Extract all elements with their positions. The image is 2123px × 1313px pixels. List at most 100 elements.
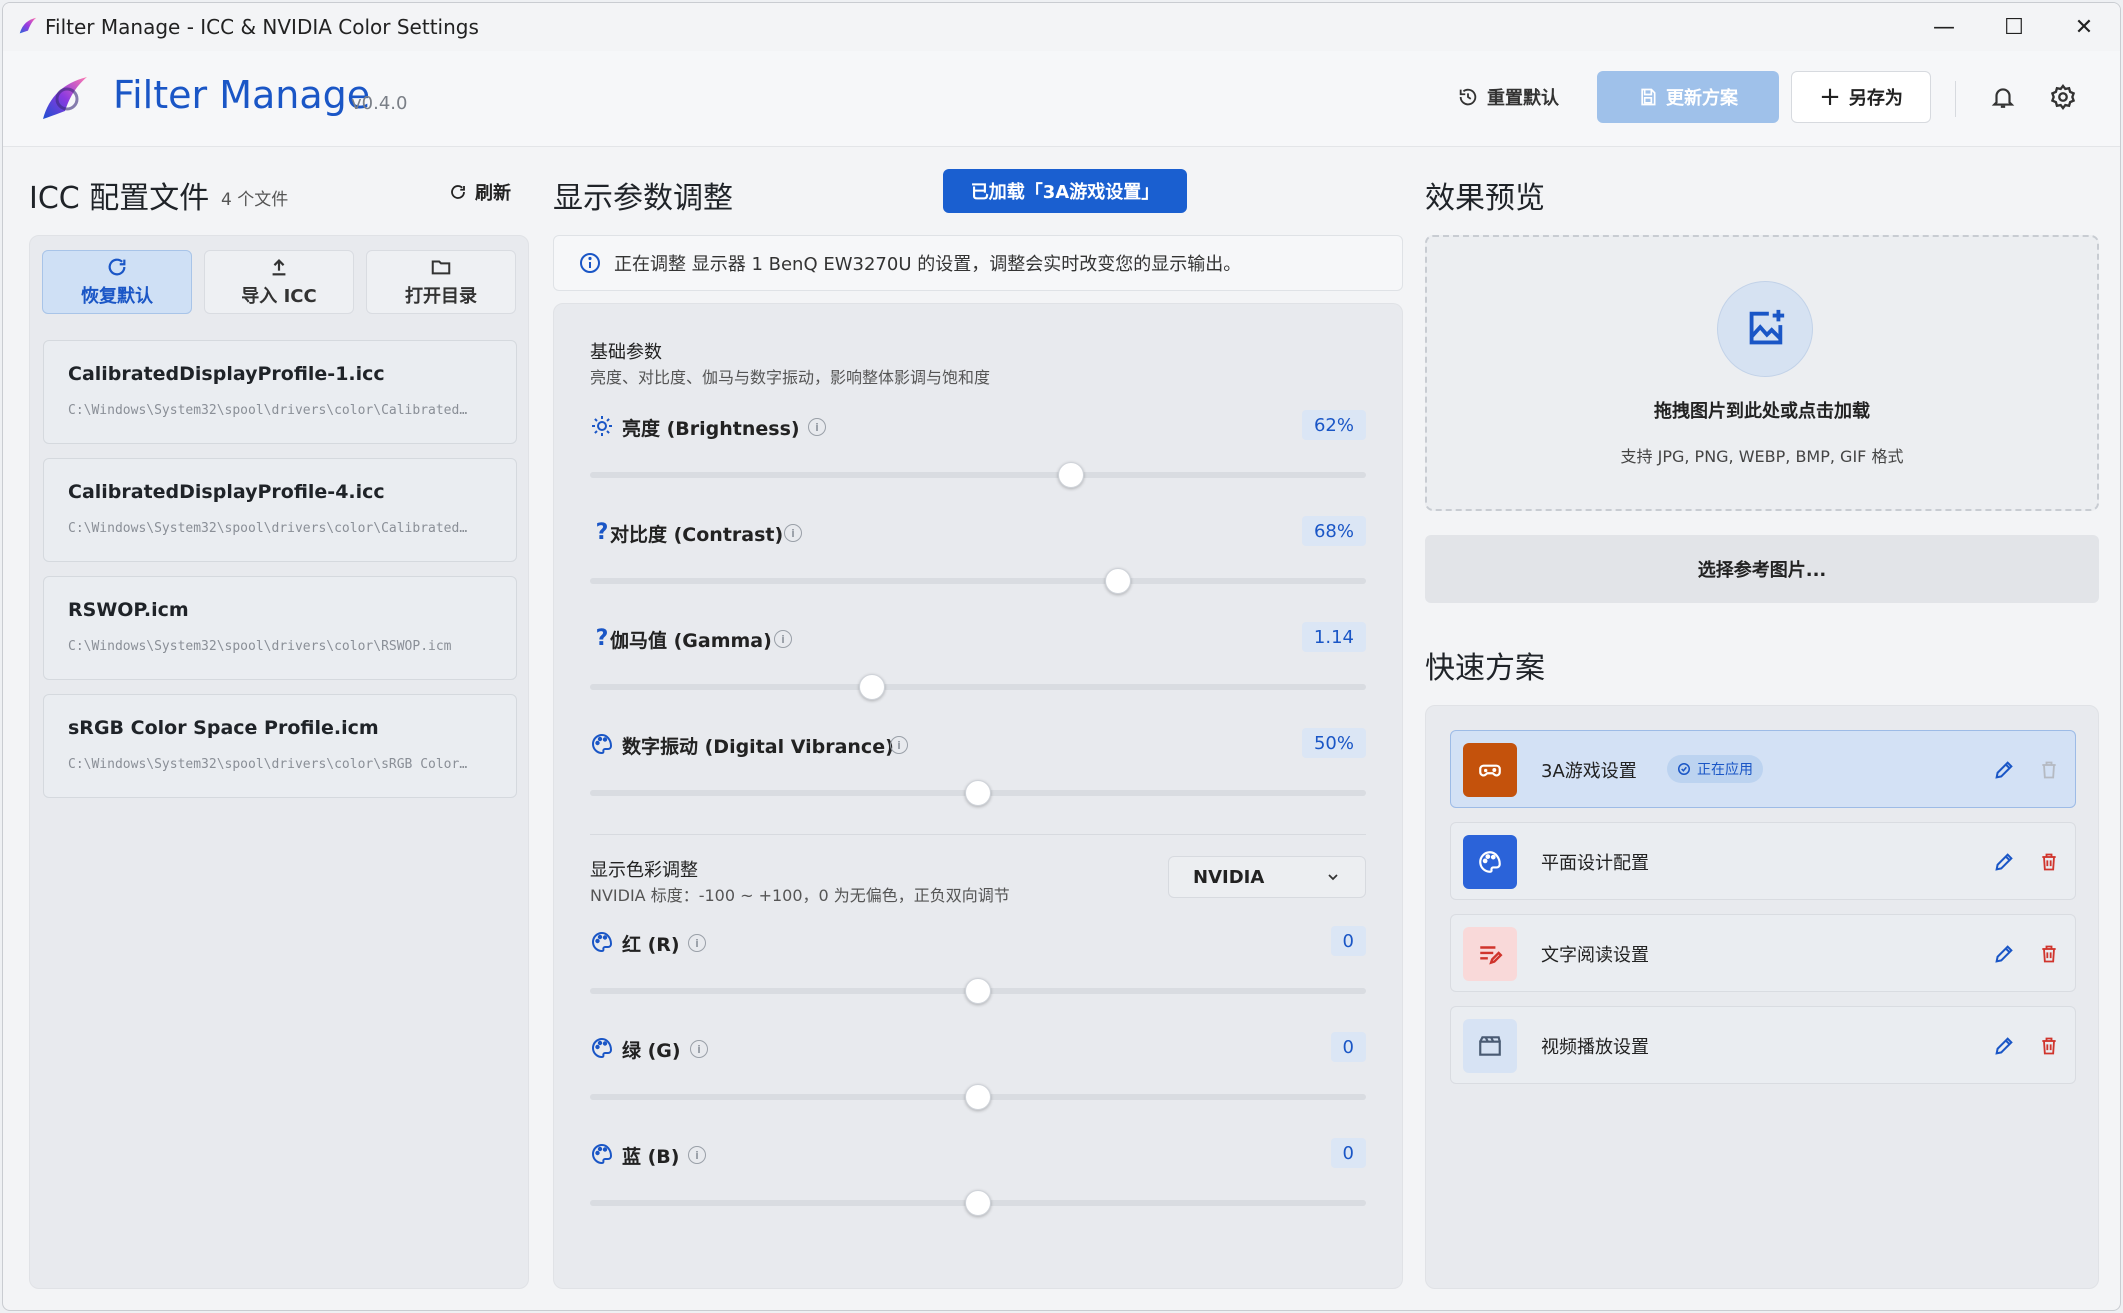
info-icon xyxy=(580,253,600,273)
save-as-button[interactable]: + 另存为 xyxy=(1791,71,1931,123)
icc-profile-name: RSWOP.icm xyxy=(68,599,189,621)
image-drop-zone[interactable]: 拖拽图片到此处或点击加载 支持 JPG, PNG, WEBP, BMP, GIF… xyxy=(1425,235,2099,511)
info-icon[interactable]: i xyxy=(690,1040,708,1058)
icc-profile-path: C:\Windows\System32\spool\drivers\color\… xyxy=(68,521,468,536)
red-label: 红 (R) xyxy=(622,934,680,956)
red-thumb[interactable] xyxy=(965,978,991,1004)
preset-icon-box xyxy=(1463,1019,1517,1073)
open-directory-button[interactable]: 打开目录 xyxy=(366,250,516,314)
palette-icon xyxy=(590,1142,614,1166)
blue-slider-row: 蓝 (B) i 0 xyxy=(590,1138,1366,1238)
preset-item[interactable]: 平面设计配置 xyxy=(1450,822,2076,900)
icc-profile-item[interactable]: CalibratedDisplayProfile-1.icc C:\Window… xyxy=(43,340,517,444)
settings-button[interactable] xyxy=(2045,79,2081,115)
color-scale-select[interactable]: NVIDIA xyxy=(1168,856,1366,898)
delete-preset-button[interactable] xyxy=(2036,849,2062,875)
info-icon[interactable]: i xyxy=(784,524,802,542)
refresh-button[interactable]: 刷新 xyxy=(449,179,511,205)
icc-profile-name: CalibratedDisplayProfile-1.icc xyxy=(68,363,385,385)
drop-zone-title: 拖拽图片到此处或点击加载 xyxy=(1654,401,1870,422)
vibrance-value: 50% xyxy=(1301,728,1366,758)
pencil-icon xyxy=(1995,1037,2013,1055)
section-divider xyxy=(590,834,1366,835)
edit-preset-button[interactable] xyxy=(1991,941,2017,967)
delete-preset-button[interactable] xyxy=(2036,757,2062,783)
red-value: 0 xyxy=(1330,926,1366,956)
choose-reference-image-button[interactable]: 选择参考图片... xyxy=(1425,535,2099,603)
icc-profile-path: C:\Windows\System32\spool\drivers\color\… xyxy=(68,757,468,772)
window-title: Filter Manage - ICC & NVIDIA Color Setti… xyxy=(45,15,479,39)
trash-icon xyxy=(2042,1037,2056,1055)
refresh-icon xyxy=(108,258,126,276)
maximize-button[interactable]: ☐ xyxy=(1980,3,2048,51)
contrast-thumb[interactable] xyxy=(1104,568,1131,594)
vibrance-thumb[interactable] xyxy=(965,780,991,806)
icc-section-title: ICC 配置文件 xyxy=(29,181,210,216)
preset-icon-box xyxy=(1463,927,1517,981)
red-slider-row: 红 (R) i 0 xyxy=(590,926,1366,1026)
palette-icon xyxy=(590,732,614,756)
pencil-icon xyxy=(1995,853,2013,871)
preset-item[interactable]: 3A游戏设置 正在应用 xyxy=(1450,730,2076,808)
chevron-down-icon xyxy=(1328,874,1338,881)
app-logo-icon xyxy=(19,17,37,34)
info-icon[interactable]: i xyxy=(774,630,792,648)
display-section-title: 显示参数调整 xyxy=(553,181,733,216)
contrast-track[interactable] xyxy=(590,578,1366,584)
delete-preset-button[interactable] xyxy=(2036,1033,2062,1059)
reset-default-button[interactable]: 重置默认 xyxy=(1443,71,1573,123)
history-icon xyxy=(1459,88,1477,106)
info-icon[interactable]: i xyxy=(688,1146,706,1164)
minimize-button[interactable]: — xyxy=(1910,3,1978,51)
vibrance-slider-row: 数字振动 (Digital Vibrance) i 50% xyxy=(590,728,1366,828)
basic-params-subtitle: 亮度、对比度、伽马与数字振动，影响整体影调与饱和度 xyxy=(590,368,991,387)
loaded-scheme-badge: 已加载「3A游戏设置」 xyxy=(943,169,1187,213)
delete-preset-button[interactable] xyxy=(2036,941,2062,967)
preset-name: 文字阅读设置 xyxy=(1541,945,1649,966)
update-scheme-button[interactable]: 更新方案 xyxy=(1597,71,1779,123)
refresh-label: 刷新 xyxy=(475,183,511,204)
brightness-thumb[interactable] xyxy=(1058,462,1085,488)
info-icon[interactable]: i xyxy=(890,736,908,754)
import-icc-button[interactable]: 导入 ICC xyxy=(204,250,354,314)
preset-item[interactable]: 文字阅读设置 xyxy=(1450,914,2076,992)
plus-icon: + xyxy=(1819,82,1841,112)
close-button[interactable]: ✕ xyxy=(2050,3,2118,51)
gamma-track[interactable] xyxy=(590,684,1366,690)
edit-preset-button[interactable] xyxy=(1991,1033,2017,1059)
icc-profile-name: sRGB Color Space Profile.icm xyxy=(68,717,379,739)
edit-preset-button[interactable] xyxy=(1991,757,2017,783)
preset-status-label: 正在应用 xyxy=(1697,762,1753,778)
icc-profile-name: CalibratedDisplayProfile-4.icc xyxy=(68,481,385,503)
pencil-icon xyxy=(1995,761,2013,779)
refresh-icon xyxy=(451,185,465,199)
icc-panel: 恢复默认 导入 ICC 打开目录 CalibratedDisplayProfil… xyxy=(29,235,529,1289)
trash-icon xyxy=(2042,853,2056,871)
blue-thumb[interactable] xyxy=(965,1190,991,1216)
brightness-track[interactable] xyxy=(590,472,1366,478)
bell-icon xyxy=(1991,88,2015,108)
brightness-label: 亮度 (Brightness) xyxy=(622,418,800,440)
preset-name: 3A游戏设置 xyxy=(1541,761,1637,782)
clapperboard-icon xyxy=(1479,1036,1501,1056)
green-thumb[interactable] xyxy=(965,1084,991,1110)
save-icon xyxy=(1641,88,1656,106)
title-bar: Filter Manage - ICC & NVIDIA Color Setti… xyxy=(3,3,2120,51)
contrast-slider-row: ? 对比度 (Contrast) i 68% xyxy=(590,516,1366,616)
icc-profile-item[interactable]: CalibratedDisplayProfile-4.icc C:\Window… xyxy=(43,458,517,562)
green-value: 0 xyxy=(1330,1032,1366,1062)
color-scale-select-value: NVIDIA xyxy=(1193,866,1265,888)
info-icon[interactable]: i xyxy=(808,418,826,436)
notification-button[interactable] xyxy=(1985,79,2021,115)
edit-preset-button[interactable] xyxy=(1991,849,2017,875)
brightness-value: 62% xyxy=(1301,410,1366,440)
icc-profile-item[interactable]: RSWOP.icm C:\Windows\System32\spool\driv… xyxy=(43,576,517,680)
info-icon[interactable]: i xyxy=(688,934,706,952)
preset-item[interactable]: 视频播放设置 xyxy=(1450,1006,2076,1084)
version-label: v0.4.0 xyxy=(351,93,408,114)
icc-profile-item[interactable]: sRGB Color Space Profile.icm C:\Windows\… xyxy=(43,694,517,798)
gamma-thumb[interactable] xyxy=(859,674,886,700)
drop-zone-subtitle: 支持 JPG, PNG, WEBP, BMP, GIF 格式 xyxy=(1620,447,1904,466)
restore-default-button[interactable]: 恢复默认 xyxy=(42,250,192,314)
preset-status-badge: 正在应用 xyxy=(1667,755,1763,783)
